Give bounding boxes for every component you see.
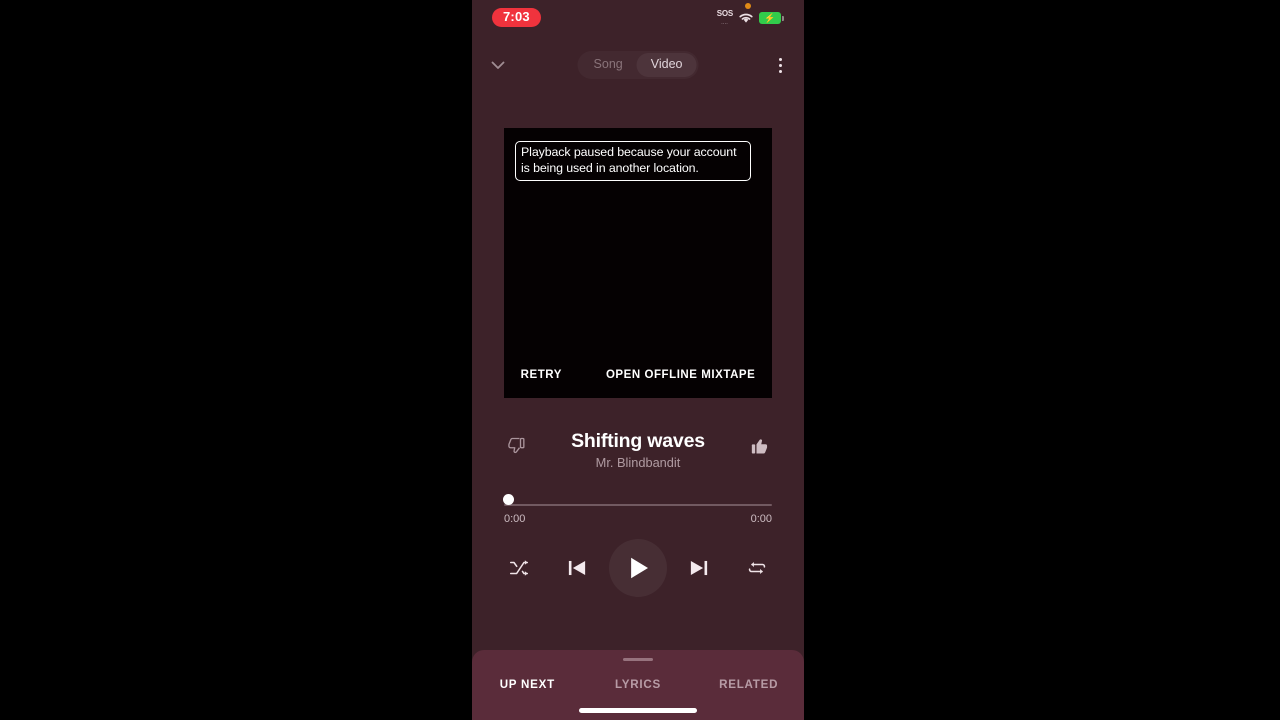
sos-label: SOS	[716, 9, 734, 18]
retry-button[interactable]: RETRY	[521, 369, 562, 381]
screen-root: 7:03 SOS .... ⚡ Song Video Playback paus…	[0, 0, 1280, 720]
time-elapsed: 0:00	[504, 513, 526, 525]
progress-thumb[interactable]	[503, 494, 514, 505]
player-header: Song Video	[472, 48, 804, 82]
chevron-down-icon[interactable]	[484, 51, 512, 79]
status-icons: SOS .... ⚡	[717, 9, 784, 27]
video-player-area[interactable]: Playback paused because your account is …	[504, 128, 772, 398]
status-bar: 7:03 SOS .... ⚡	[472, 0, 804, 34]
playback-error-actions: RETRY OPEN OFFLINE MIXTAPE	[504, 369, 772, 381]
time-total: 0:00	[750, 513, 772, 525]
battery-charging-icon: ⚡	[759, 12, 784, 24]
song-video-toggle[interactable]: Song Video	[578, 51, 699, 79]
dot	[778, 57, 782, 61]
playback-error-box: Playback paused because your account is …	[515, 141, 751, 181]
transport-controls	[472, 538, 804, 598]
phone-viewport: 7:03 SOS .... ⚡ Song Video Playback paus…	[472, 0, 804, 720]
wifi-icon	[738, 12, 754, 24]
tab-related[interactable]: RELATED	[693, 678, 804, 691]
open-offline-mixtape-button[interactable]: OPEN OFFLINE MIXTAPE	[606, 369, 755, 381]
tab-lyrics[interactable]: LYRICS	[583, 678, 694, 691]
status-time: 7:03	[492, 8, 541, 27]
sos-icon: SOS ....	[716, 9, 734, 27]
mode-tab-song[interactable]: Song	[580, 53, 637, 77]
progress-bar[interactable]: 0:00 0:00	[503, 494, 772, 532]
repeat-icon[interactable]	[737, 548, 777, 588]
sos-dots: ....	[721, 20, 729, 25]
thumbs-up-icon[interactable]	[747, 434, 771, 458]
skip-next-icon[interactable]	[677, 546, 721, 590]
dot	[778, 69, 782, 73]
skip-previous-icon[interactable]	[555, 546, 599, 590]
progress-track[interactable]	[504, 504, 772, 506]
dot	[778, 63, 782, 67]
playback-error-message: Playback paused because your account is …	[521, 145, 737, 175]
bottom-sheet[interactable]: UP NEXT LYRICS RELATED	[472, 650, 804, 720]
sheet-tabs: UP NEXT LYRICS RELATED	[472, 678, 804, 691]
tab-up-next[interactable]: UP NEXT	[472, 678, 583, 691]
sheet-drag-handle[interactable]	[623, 658, 653, 661]
home-indicator[interactable]	[579, 708, 697, 713]
track-info: Shifting waves Mr. Blindbandit	[472, 425, 804, 481]
more-vertical-icon[interactable]	[766, 51, 794, 79]
mode-tab-video[interactable]: Video	[636, 53, 697, 77]
shuffle-icon[interactable]	[499, 548, 539, 588]
play-button[interactable]	[609, 539, 667, 597]
